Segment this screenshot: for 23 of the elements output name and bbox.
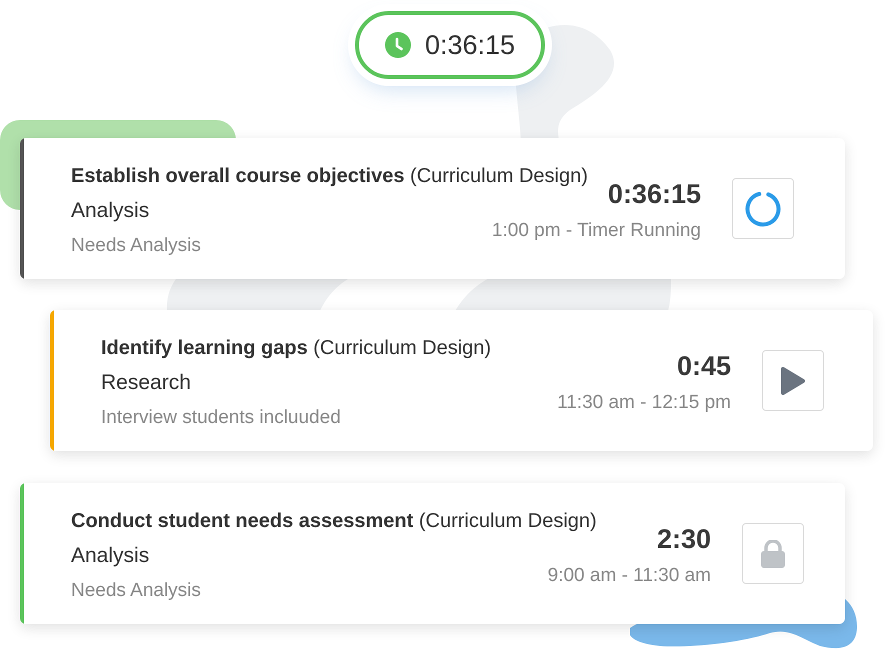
spinner-button[interactable] (732, 178, 794, 239)
timer-text: 0:36:15 (424, 29, 516, 61)
spinner-icon (745, 190, 781, 226)
task-time-range: 1:00 pm - Timer Running (492, 219, 701, 243)
task-note: Interview students incluuded (101, 406, 341, 430)
task-note: Needs Analysis (71, 234, 201, 258)
task-category: Analysis (71, 198, 150, 224)
task-category: Research (101, 370, 191, 396)
clock-icon (384, 32, 411, 58)
play-icon (780, 366, 806, 396)
task-duration: 0:45 (676, 350, 731, 382)
task-title: Establish overall course objectives (Curriculum Design) (71, 164, 588, 189)
lock-button[interactable] (742, 523, 804, 584)
task-category: Analysis (71, 543, 150, 569)
task-duration: 2:30 (656, 523, 711, 555)
play-button[interactable] (762, 350, 824, 411)
task-duration: 0:36:15 (608, 178, 701, 210)
task-title: Identify learning gaps (Curriculum Design) (101, 336, 492, 361)
lock-icon (761, 540, 785, 568)
task-title: Conduct student needs assessment (Curriculum Design) (71, 509, 597, 534)
task-time-range: 11:30 am - 12:15 pm (557, 391, 731, 415)
task-time-range: 9:00 am - 11:30 am (548, 564, 711, 588)
task-note: Needs Analysis (71, 579, 201, 603)
